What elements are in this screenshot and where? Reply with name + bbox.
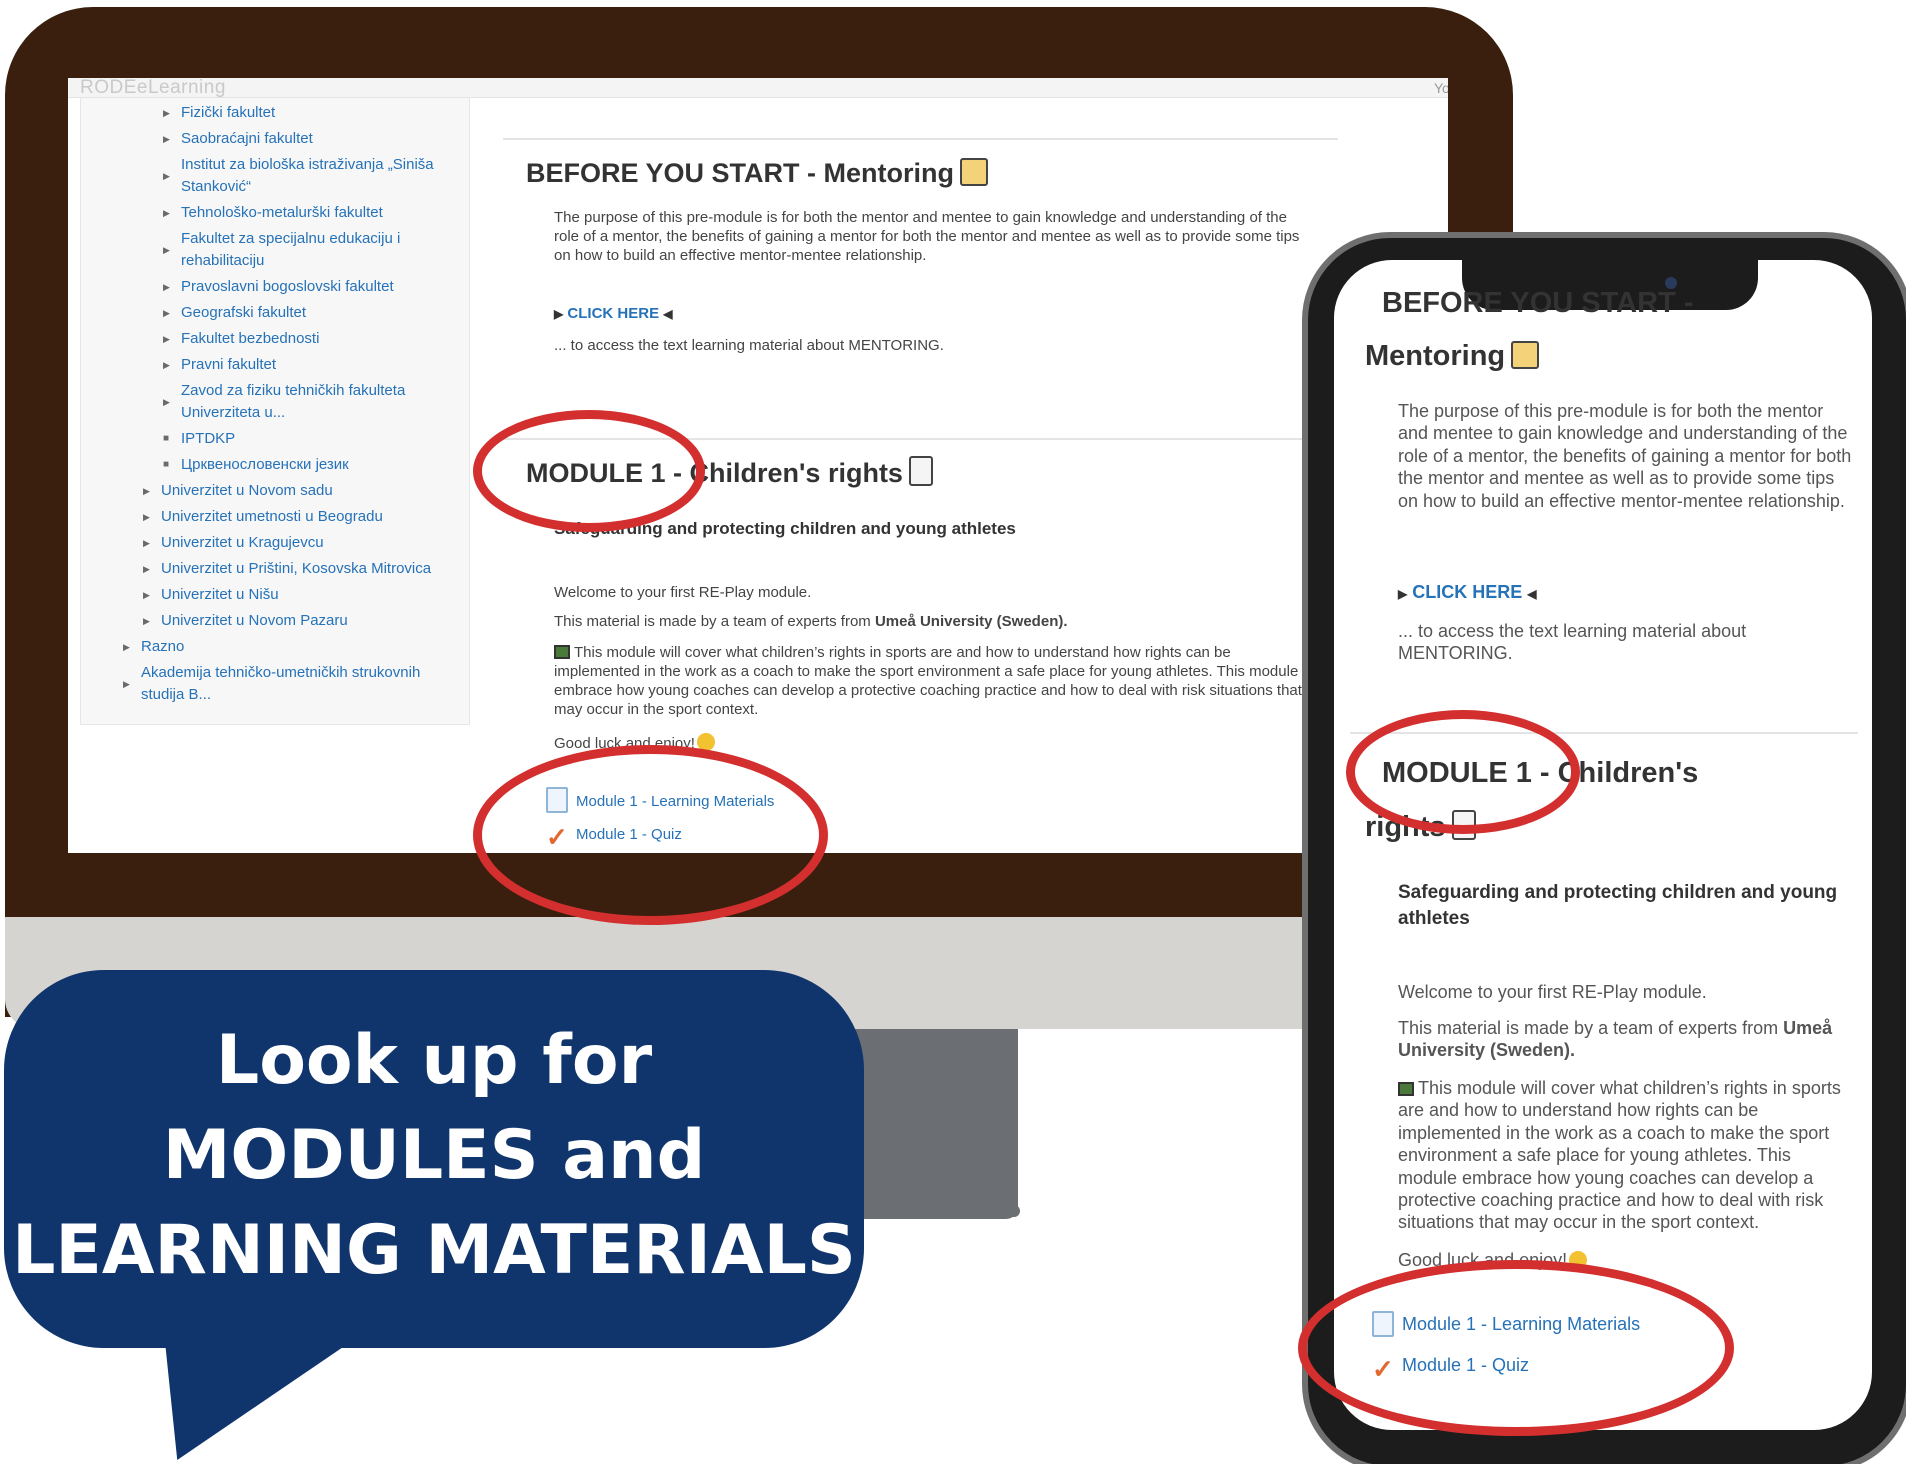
tree-item[interactable]: ▶ Univerzitet u Nišu [143, 584, 461, 606]
tree-item[interactable]: ▶ Univerzitet u Prištini, Kosovska Mitro… [143, 558, 471, 580]
expand-arrow-icon[interactable]: ▶ [123, 636, 130, 658]
mobile-welcome-text: Welcome to your first RE-Play module. [1398, 982, 1707, 1002]
expand-arrow-icon[interactable]: ▶ [163, 276, 170, 298]
mobile-module-highlight-ring [1346, 710, 1580, 834]
left-pointer-icon: ◀ [663, 307, 673, 321]
callout-line-1: Look up for [215, 1021, 653, 1100]
expand-arrow-icon[interactable]: ▶ [163, 202, 170, 224]
tree-item[interactable]: ▶ Fakultet za specijalnu edukaciju i reh… [163, 228, 441, 272]
book-icon [1398, 1082, 1414, 1096]
mentor-emoji-icon [1511, 341, 1540, 369]
tree-item[interactable]: ■ IPTDKP [163, 428, 451, 450]
mentor-emoji-icon [960, 158, 988, 186]
expand-arrow-icon[interactable]: ▶ [163, 354, 170, 376]
site-header: RODEeLearning Yo [68, 78, 1448, 98]
tree-item[interactable]: ▶ Fakultet bezbednosti [163, 328, 451, 350]
expand-arrow-icon[interactable]: ▶ [123, 673, 130, 695]
user-menu[interactable]: Yo [1434, 78, 1448, 98]
mobile-before-title-line1: BEFORE YOU START - [1382, 287, 1694, 319]
expand-arrow-icon[interactable]: ▶ [143, 480, 150, 502]
module-description: This module will cover what children’s r… [554, 644, 1302, 718]
tree-item[interactable]: ▶ Tehnološko-metalurški fakultet [163, 202, 451, 224]
callout-line-3: LEARNING MATERIALS [12, 1211, 856, 1290]
expand-arrow-icon[interactable]: ▶ [163, 391, 170, 413]
click-here-caption: ... to access the text learning material… [554, 337, 944, 354]
desktop-screen: RODEeLearning Yo ▶ Fizički fakultet ▶ Sa… [68, 78, 1448, 853]
expand-arrow-icon[interactable]: ▶ [163, 328, 170, 350]
leaf-square-icon: ■ [163, 459, 170, 470]
tree-item[interactable]: ▶ Pravni fakultet [163, 354, 451, 376]
left-pointer-icon: ◀ [1527, 587, 1537, 601]
mobile-click-here-caption: ... to access the text learning material… [1398, 621, 1747, 664]
mobile-module-subtitle: Safeguarding and protecting children and… [1398, 882, 1838, 929]
callout-line-2: MODULES and [162, 1116, 706, 1195]
section-divider [503, 138, 1338, 140]
mobile-made-by-text: This material is made by a team of exper… [1398, 1018, 1833, 1061]
leaf-square-icon: ■ [163, 433, 170, 444]
expand-arrow-icon[interactable]: ▶ [163, 102, 170, 124]
tree-item[interactable]: ▶ Akademija tehničko-umetničkih strukovn… [123, 662, 451, 706]
callout-text: Look up for MODULES and LEARNING MATERIA… [4, 1013, 864, 1298]
before-you-start-title: BEFORE YOU START - Mentoring [526, 158, 988, 189]
expand-arrow-icon[interactable]: ▶ [143, 558, 150, 580]
mobile-module-description: This module will cover what children’s r… [1398, 1078, 1841, 1233]
mobile-click-here-link[interactable]: ▶ CLICK HERE ◀ [1398, 582, 1537, 603]
expand-arrow-icon[interactable]: ▶ [163, 165, 170, 187]
made-by-text: This material is made by a team of exper… [554, 613, 1068, 630]
module-highlight-ring [473, 410, 705, 532]
expand-arrow-icon[interactable]: ▶ [143, 584, 150, 606]
tree-item[interactable]: ▶ Univerzitet umetnosti u Beogradu [143, 506, 461, 528]
tree-item[interactable]: ▶ Institut za biološka istraživanja „Sin… [163, 154, 466, 198]
callout-bubble-tail [117, 1320, 383, 1460]
expand-arrow-icon[interactable]: ▶ [143, 506, 150, 528]
scroll-emoji-icon [908, 456, 933, 486]
mobile-materials-highlight-ring [1298, 1260, 1734, 1436]
tree-item[interactable]: ▶ Univerzitet u Kragujevcu [143, 532, 461, 554]
expand-arrow-icon[interactable]: ▶ [163, 128, 170, 150]
tree-item[interactable]: ▶ Zavod za fiziku tehničkih fakulteta Un… [163, 380, 441, 424]
monitor-foot [960, 1205, 1020, 1217]
book-icon [554, 645, 570, 659]
expand-arrow-icon[interactable]: ▶ [143, 532, 150, 554]
tree-item[interactable]: ■ Црквенословенски језик [163, 454, 451, 476]
tree-item[interactable]: ▶ Fizički fakultet [163, 102, 451, 124]
expand-arrow-icon[interactable]: ▶ [143, 610, 150, 632]
mobile-before-title-line2: Mentoring [1365, 340, 1540, 373]
materials-highlight-ring [473, 745, 828, 925]
tree-item[interactable]: ▶ Razno [123, 636, 441, 658]
tree-item[interactable]: ▶ Saobraćajni fakultet [163, 128, 451, 150]
site-name[interactable]: RODEeLearning [80, 78, 226, 98]
tree-item[interactable]: ▶ Univerzitet u Novom Pazaru [143, 610, 461, 632]
click-here-link[interactable]: ▶ CLICK HERE ◀ [554, 305, 672, 322]
mobile-before-description: The purpose of this pre-module is for bo… [1398, 401, 1852, 511]
expand-arrow-icon[interactable]: ▶ [163, 302, 170, 324]
tree-item[interactable]: ▶ Pravoslavni bogoslovski fakultet [163, 276, 451, 298]
welcome-text: Welcome to your first RE-Play module. [554, 584, 812, 601]
tree-item[interactable]: ▶ Univerzitet u Novom sadu [143, 480, 461, 502]
right-pointer-icon: ▶ [1398, 587, 1408, 601]
right-pointer-icon: ▶ [554, 307, 564, 321]
expand-arrow-icon[interactable]: ▶ [163, 239, 170, 261]
tree-item[interactable]: ▶ Geografski fakultet [163, 302, 451, 324]
before-you-start-description: The purpose of this pre-module is for bo… [554, 209, 1300, 264]
